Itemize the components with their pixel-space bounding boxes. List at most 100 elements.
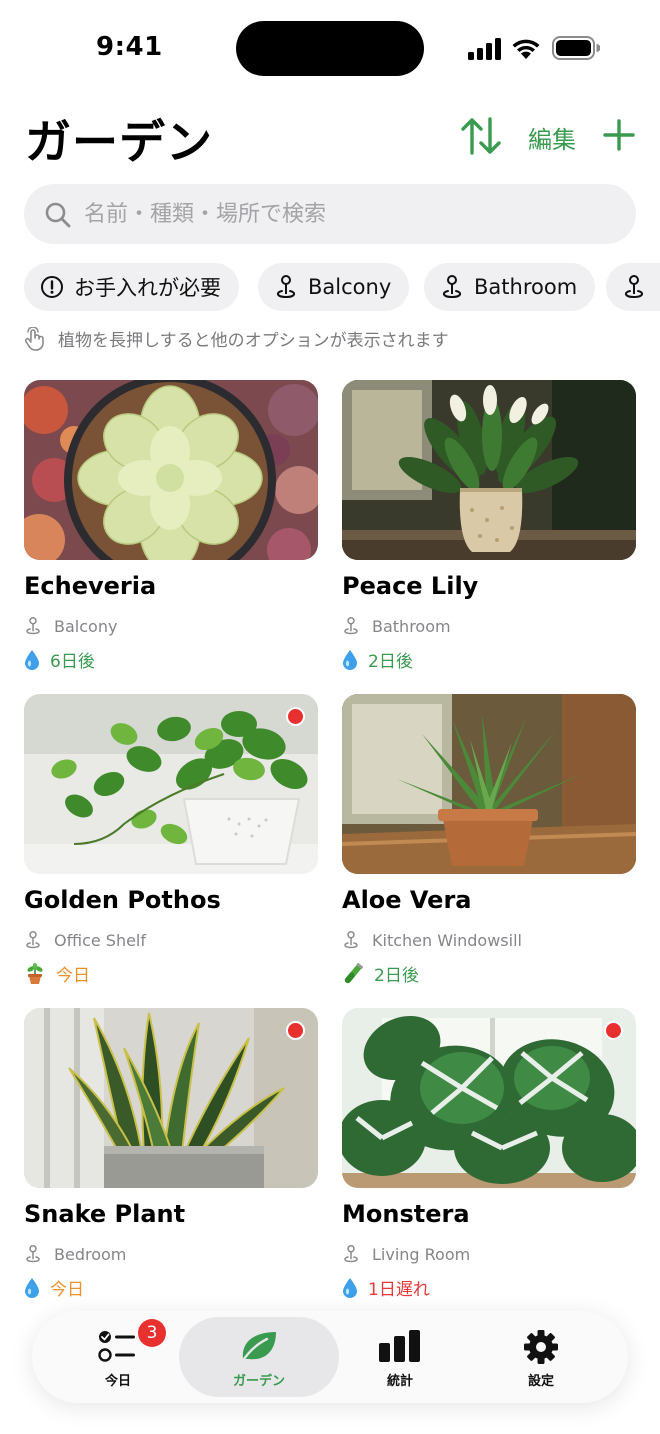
task-due-label: 1日遅れ — [368, 1280, 430, 1300]
chip-bathroom[interactable]: Bathroom — [424, 263, 596, 311]
search-bar[interactable] — [24, 184, 636, 244]
next-care-task: 今日 — [24, 1275, 84, 1300]
page-title: ガーデン — [25, 115, 213, 169]
plant-name: Aloe Vera — [342, 886, 472, 914]
status-bar: 9:41 — [0, 0, 660, 96]
status-time: 9:41 — [96, 32, 163, 62]
location-pin-icon — [26, 617, 40, 635]
plant-location: Living Room — [342, 1244, 470, 1264]
plant-name: Monstera — [342, 1200, 470, 1228]
chip-more-location[interactable] — [606, 263, 660, 311]
task-due-label: 2日後 — [368, 652, 413, 672]
tab-settings[interactable]: 設定 — [461, 1317, 621, 1397]
plant-photo — [342, 380, 636, 560]
bar-chart-icon — [379, 1330, 420, 1362]
search-input[interactable] — [84, 184, 624, 244]
water-drop-icon — [25, 1277, 39, 1298]
task-due-label: 今日 — [50, 1280, 84, 1300]
chip-label: Balcony — [308, 275, 392, 299]
location-pin-icon — [344, 1245, 358, 1263]
needs-attention-dot — [604, 1021, 623, 1040]
add-plant-button[interactable] — [602, 118, 636, 152]
plant-location: Bedroom — [24, 1244, 126, 1264]
location-label: Living Room — [372, 1244, 471, 1264]
chip-balcony[interactable]: Balcony — [258, 263, 410, 311]
plant-photo — [24, 694, 318, 874]
monstera-image — [342, 1008, 636, 1188]
location-label: Office Shelf — [54, 930, 147, 950]
location-pin-icon — [26, 931, 40, 949]
filter-chips: お手入れが必要 Balcony Bathroom — [24, 263, 660, 313]
exclamation-circle-icon — [41, 276, 63, 298]
chip-label: Bathroom — [474, 275, 578, 299]
plant-name: Echeveria — [24, 572, 157, 600]
next-care-task: 6日後 — [24, 647, 95, 672]
wifi-icon — [512, 39, 540, 59]
plant-location: Kitchen Windowsill — [342, 930, 522, 950]
peace-lily-image — [342, 380, 636, 560]
hint-text: 植物を長押しすると他のオプションが表示されます — [58, 331, 449, 351]
plant-location: Balcony — [24, 616, 117, 636]
water-drop-icon — [25, 649, 39, 670]
chip-needs-care[interactable]: お手入れが必要 — [24, 263, 239, 311]
plant-photo — [342, 1008, 636, 1188]
plant-location: Office Shelf — [24, 930, 146, 950]
today-count-badge: 3 — [138, 1319, 166, 1347]
cellular-signal-icon — [468, 38, 501, 60]
repot-plant-icon — [27, 962, 43, 984]
next-care-task: 2日後 — [342, 961, 419, 986]
tab-label: 設定 — [527, 1374, 554, 1389]
battery-icon — [552, 36, 600, 60]
hand-tap-icon — [24, 326, 44, 351]
dynamic-island — [236, 21, 424, 76]
task-due-label: 6日後 — [50, 652, 95, 672]
sort-arrows-icon — [461, 117, 501, 155]
location-pin-icon — [26, 1245, 40, 1263]
leaf-icon — [240, 1332, 276, 1363]
location-label: Bathroom — [372, 616, 451, 636]
location-pin-icon — [344, 617, 358, 635]
aloe-vera-image — [342, 694, 636, 874]
search-icon — [45, 202, 71, 228]
edit-button[interactable]: 編集 — [528, 120, 576, 155]
golden-pothos-image — [24, 694, 318, 874]
fertilizer-tube-icon — [344, 962, 363, 983]
tab-stats[interactable]: 統計 — [320, 1317, 480, 1397]
water-drop-icon — [343, 1277, 357, 1298]
tab-label: ガーデン — [232, 1374, 285, 1389]
plant-photo — [24, 1008, 318, 1188]
next-care-task: 2日後 — [342, 647, 413, 672]
snake-plant-image — [24, 1008, 318, 1188]
next-care-task: 1日遅れ — [342, 1275, 430, 1300]
water-drop-icon — [343, 649, 357, 670]
plant-name: Golden Pothos — [24, 886, 221, 914]
tab-garden[interactable]: ガーデン — [179, 1317, 339, 1397]
plant-name: Peace Lily — [342, 572, 479, 600]
long-press-hint: 植物を長押しすると他のオプションが表示されます — [24, 326, 449, 351]
location-pin-icon — [624, 275, 644, 299]
location-label: Bedroom — [54, 1244, 127, 1264]
task-due-label: 今日 — [56, 966, 90, 986]
plant-location: Bathroom — [342, 616, 451, 636]
task-due-label: 2日後 — [374, 966, 419, 986]
tab-today[interactable]: 3 今日 — [38, 1317, 198, 1397]
chip-label: お手入れが必要 — [74, 276, 221, 300]
tab-label: 今日 — [104, 1374, 131, 1389]
plant-photo — [342, 694, 636, 874]
tab-label: 統計 — [386, 1374, 413, 1389]
tab-bar: 3 今日 ガーデン 統計 設定 — [32, 1311, 628, 1403]
needs-attention-dot — [286, 1021, 305, 1040]
location-pin-icon — [276, 275, 296, 299]
plus-icon — [603, 119, 635, 151]
location-label: Kitchen Windowsill — [372, 930, 522, 950]
location-pin-icon — [344, 931, 358, 949]
checklist-icon — [98, 1331, 135, 1362]
gear-icon — [524, 1330, 558, 1364]
echeveria-image — [24, 380, 318, 560]
sort-button[interactable] — [460, 116, 502, 156]
next-care-task: 今日 — [24, 961, 90, 986]
plant-name: Snake Plant — [24, 1200, 186, 1228]
needs-attention-dot — [286, 707, 305, 726]
location-pin-icon — [442, 275, 462, 299]
plant-photo — [24, 380, 318, 560]
